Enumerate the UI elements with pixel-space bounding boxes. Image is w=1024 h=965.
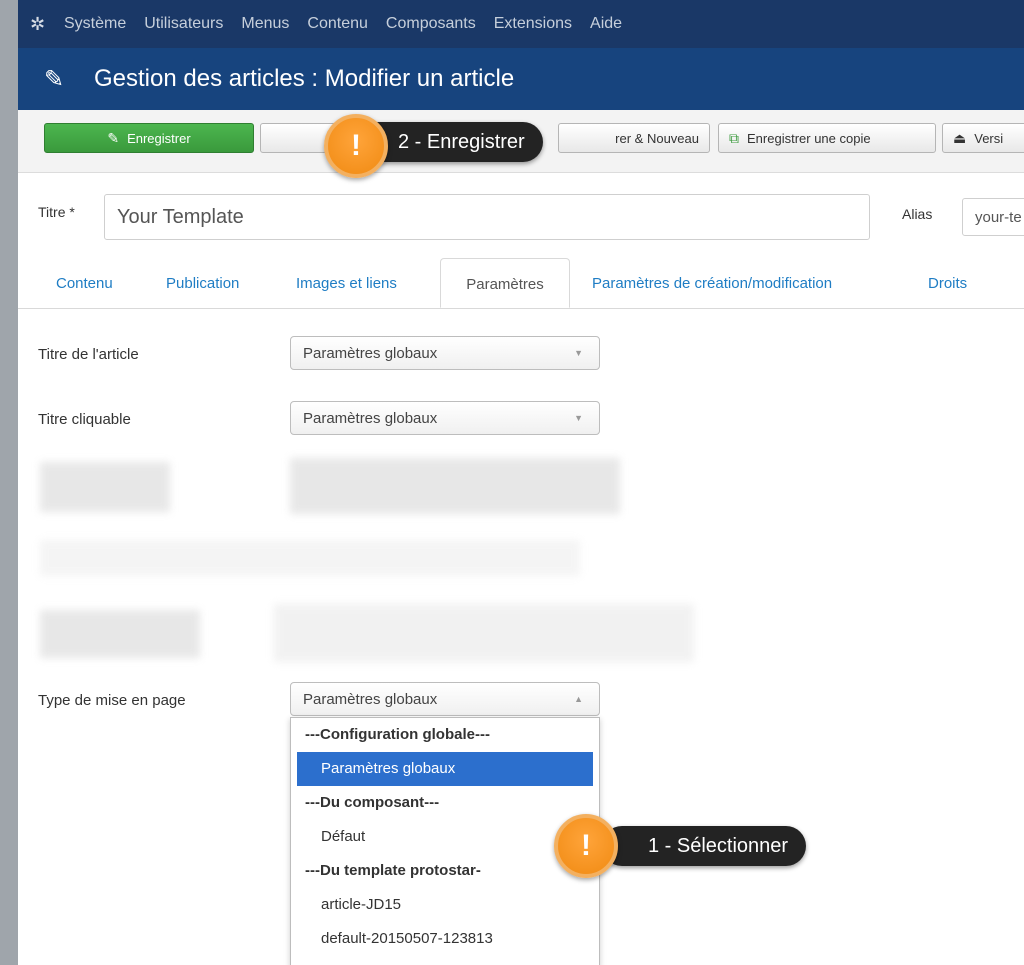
blurred-region (290, 458, 620, 514)
title-input-value: Your Template (117, 205, 244, 228)
layout-type-label: Type de mise en page (38, 692, 186, 709)
article-title-select[interactable]: Paramètres globaux ▼ (290, 336, 600, 370)
menu-item-menus[interactable]: Menus (241, 15, 289, 33)
save-button-label: Enregistrer (127, 130, 191, 146)
blurred-region (274, 604, 694, 662)
blurred-region (40, 610, 200, 658)
alias-input-value: your-te (975, 208, 1022, 226)
save-new-label: rer & Nouveau (615, 130, 699, 146)
article-title-label: Titre de l'article (38, 346, 139, 363)
save-button[interactable]: ✎ Enregistrer (44, 123, 254, 153)
save-copy-label: Enregistrer une copie (747, 130, 871, 146)
edit-icon: ✎ (107, 129, 120, 146)
page-header: ✎ Gestion des articles : Modifier un art… (18, 48, 1024, 110)
clickable-title-select-value: Paramètres globaux (303, 409, 438, 427)
option-group-template-protostar: ---Du template protostar- (305, 862, 481, 879)
chevron-down-icon: ▼ (574, 348, 583, 358)
warning-badge-icon: ! (324, 114, 388, 178)
layout-type-select[interactable]: Paramètres globaux ▲ (290, 682, 600, 716)
pencil-icon: ✎ (44, 65, 65, 93)
tab-bar: Contenu Publication Images et liens Para… (18, 258, 1024, 309)
menu-item-utilisateurs[interactable]: Utilisateurs (144, 15, 223, 33)
menu-item-systeme[interactable]: Système (64, 15, 126, 33)
blurred-region (40, 540, 580, 576)
tab-parametres[interactable]: Paramètres (440, 258, 570, 308)
save-new-button[interactable]: rer & Nouveau (558, 123, 710, 153)
page-title: Gestion des articles : Modifier un artic… (94, 65, 515, 92)
alias-label: Alias (902, 206, 933, 222)
warning-badge-icon: ! (554, 814, 618, 878)
menu-item-contenu[interactable]: Contenu (307, 15, 368, 33)
tab-droits[interactable]: Droits (928, 258, 967, 308)
callout-select-label: 1 - Sélectionner (602, 826, 807, 866)
versions-label: Versi (974, 130, 1004, 146)
top-menubar: ✲ Système Utilisateurs Menus Contenu Com… (18, 0, 1024, 48)
tab-contenu[interactable]: Contenu (56, 258, 113, 308)
alias-input[interactable]: your-te (962, 198, 1024, 236)
save-copy-button[interactable]: ⧉ Enregistrer une copie (718, 123, 936, 153)
copy-icon: ⧉ (729, 129, 739, 146)
menu-item-aide[interactable]: Aide (590, 15, 622, 33)
tab-images-liens[interactable]: Images et liens (296, 258, 397, 308)
option-default-20150507[interactable]: default-20150507-123813 (291, 922, 599, 956)
tab-publication[interactable]: Publication (166, 258, 239, 308)
browser-frame: ✲ Système Utilisateurs Menus Contenu Com… (18, 0, 1024, 965)
layout-type-select-value: Paramètres globaux (303, 690, 438, 708)
versions-icon: ⏏ (953, 129, 967, 146)
title-input[interactable]: Your Template (104, 194, 870, 240)
option-group-du-composant: ---Du composant--- (305, 794, 440, 811)
option-article-jd15[interactable]: article-JD15 (291, 888, 599, 922)
option-defaut[interactable]: Défaut (291, 820, 599, 854)
option-parametres-globaux[interactable]: Paramètres globaux (297, 752, 593, 786)
article-title-select-value: Paramètres globaux (303, 344, 438, 362)
option-group-configuration-globale: ---Configuration globale--- (305, 726, 490, 743)
title-label: Titre * (38, 204, 75, 220)
menu-item-composants[interactable]: Composants (386, 15, 476, 33)
clickable-title-label: Titre cliquable (38, 411, 131, 428)
joomla-logo-icon[interactable]: ✲ (30, 14, 64, 35)
chevron-up-icon: ▲ (574, 694, 583, 704)
blurred-region (40, 462, 170, 512)
menu-item-extensions[interactable]: Extensions (494, 15, 572, 33)
tab-parametres-creation[interactable]: Paramètres de création/modification (592, 258, 832, 308)
chevron-down-icon: ▼ (574, 413, 583, 423)
versions-button[interactable]: ⏏ Versi (942, 123, 1024, 153)
clickable-title-select[interactable]: Paramètres globaux ▼ (290, 401, 600, 435)
